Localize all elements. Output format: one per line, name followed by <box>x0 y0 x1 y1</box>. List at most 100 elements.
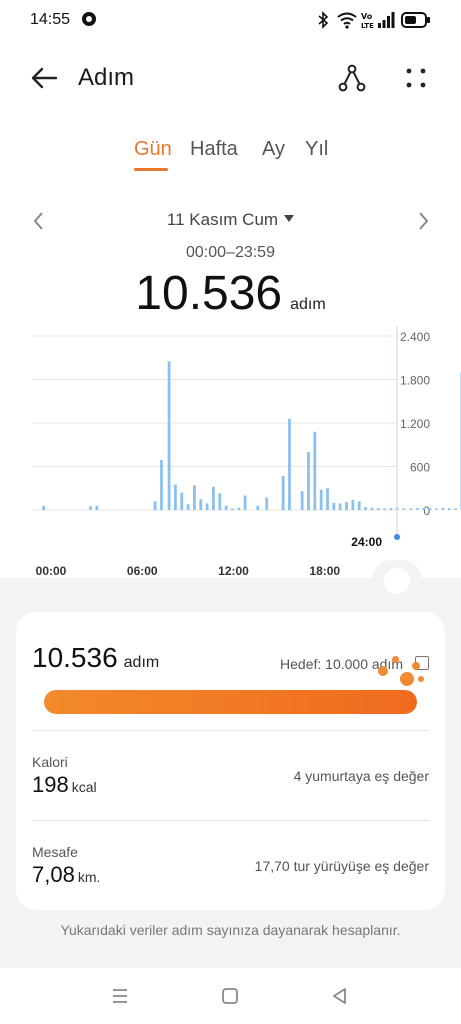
active-tab-indicator <box>134 168 168 171</box>
y-tick-label: 0 <box>423 504 430 518</box>
tab-day[interactable]: Gün <box>134 138 172 161</box>
chart-bar <box>167 361 171 510</box>
recents-button[interactable] <box>108 984 132 1008</box>
chart-bar <box>416 508 419 510</box>
tab-year[interactable]: Yıl <box>305 138 328 161</box>
total-steps: 10.536 adım <box>0 266 461 321</box>
total-steps-value: 10.536 <box>135 267 283 320</box>
steps-summary-card: 10.536 adım Hedef: 10.000 adım Kalori 198… <box>16 612 445 910</box>
home-button[interactable] <box>218 984 242 1008</box>
bluetooth-icon <box>318 11 329 29</box>
steps-chart[interactable]: 2.400 1.800 1.200 600 0 24:00 00:00 06:00 12:00 1… <box>0 326 461 586</box>
date-selector: 11 Kasım Cum <box>0 204 461 238</box>
arrow-left-icon <box>31 67 58 89</box>
calorie-value: 198 kcal <box>32 772 97 798</box>
app-bar: Adım <box>0 50 461 106</box>
y-tick-label: 2.400 <box>400 330 430 344</box>
chart-bar <box>313 431 317 510</box>
card-steps-value: 10.536 <box>32 642 118 673</box>
divider <box>32 820 429 821</box>
page-title: Adım <box>78 64 135 91</box>
y-tick-label: 1.800 <box>400 374 430 388</box>
chart-bar <box>435 508 438 510</box>
chart-bar <box>180 492 184 510</box>
chart-bar <box>193 485 196 510</box>
chart-bar <box>351 499 355 510</box>
confetti-dot <box>418 676 424 682</box>
system-nav-bar <box>0 968 461 1024</box>
share-button[interactable] <box>334 60 370 96</box>
x-tick-label: 06:00 <box>127 564 158 578</box>
chart-bar <box>205 503 209 510</box>
svg-text:Vo: Vo <box>361 12 373 21</box>
divider <box>32 730 429 731</box>
chart-bar <box>307 452 310 510</box>
status-time: 14:55 <box>30 11 71 28</box>
date-label: 11 Kasım Cum <box>166 210 279 229</box>
chart-bar <box>454 508 457 510</box>
chart-bar <box>376 508 380 510</box>
back-button[interactable] <box>26 60 62 96</box>
volte-icon: Vo LTE <box>361 12 374 29</box>
chart-bar <box>265 497 269 510</box>
confetti-dot <box>412 662 420 670</box>
time-range: 00:00–23:59 <box>186 244 275 261</box>
chart-bar <box>332 502 336 510</box>
calorie-number: 198 <box>32 772 69 797</box>
chart-bar <box>256 505 260 510</box>
chart-bar <box>389 508 393 510</box>
notification-app-icon <box>82 12 96 26</box>
chart-bar <box>212 486 215 510</box>
chart-bar <box>160 459 163 510</box>
chart-bar <box>383 508 386 510</box>
sheet-handle-dot <box>384 568 410 594</box>
calorie-unit: kcal <box>71 779 97 795</box>
chart-bar <box>186 504 190 510</box>
distance-unit: km. <box>77 869 101 885</box>
x-tick-label: 00:00 <box>36 564 67 578</box>
share-icon <box>338 64 366 92</box>
chart-bar <box>370 507 374 510</box>
chart-bar <box>447 508 451 510</box>
goal-progress-bar <box>44 690 417 714</box>
chart-bar <box>428 508 432 510</box>
distance-equivalent: 17,70 tur yürüyüşe eş değer <box>254 858 429 874</box>
chart-bar <box>224 505 228 510</box>
tab-month[interactable]: Ay <box>262 138 285 161</box>
steps-chart-svg: 2.400 1.800 1.200 600 0 24:00 00:00 06:00 12:00 1… <box>32 326 461 578</box>
more-options-button[interactable] <box>398 60 434 96</box>
svg-text:LTE: LTE <box>361 22 374 29</box>
chart-bar <box>338 503 342 510</box>
y-tick-label: 600 <box>410 461 430 475</box>
chart-bar <box>281 475 285 510</box>
chart-bar <box>288 418 291 510</box>
total-steps-unit: adım <box>290 296 326 313</box>
chart-bar <box>231 508 234 510</box>
more-dots-icon <box>406 68 426 88</box>
confetti-dot <box>400 672 414 686</box>
chart-bar <box>89 506 92 510</box>
cell-signal-icon <box>378 12 395 28</box>
chart-bar <box>218 493 222 510</box>
chart-bar <box>326 488 329 510</box>
chart-bar <box>153 501 157 510</box>
menu-icon <box>113 989 127 1003</box>
card-steps-unit: adım <box>123 654 160 671</box>
tab-week[interactable]: Hafta <box>190 138 238 161</box>
date-dropdown[interactable]: 11 Kasım Cum <box>0 210 461 230</box>
distance-label: Mesafe <box>32 844 78 860</box>
end-time-label: 24:00 <box>351 535 382 549</box>
next-day-button[interactable] <box>412 208 434 234</box>
chart-bar <box>243 495 247 510</box>
chart-bar <box>409 508 413 510</box>
y-tick-label: 1.200 <box>400 417 430 431</box>
time-cursor-marker <box>394 534 400 540</box>
nav-back-button[interactable] <box>328 984 352 1008</box>
goal-progress-fill <box>44 690 417 714</box>
confetti-dot <box>378 666 388 676</box>
chart-bar <box>364 507 367 510</box>
x-tick-label: 12:00 <box>218 564 249 578</box>
chart-bar <box>357 501 361 510</box>
distance-value: 7,08 km. <box>32 862 100 888</box>
chart-bar <box>441 507 445 510</box>
